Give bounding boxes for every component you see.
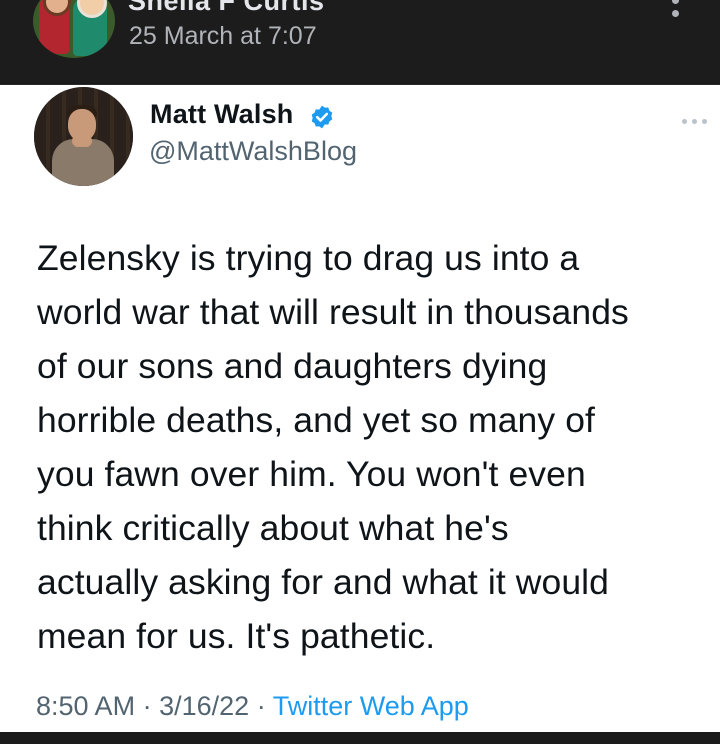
tweet-card: Matt Walsh @MattWalshBlog Zelensky is tr… [0,84,720,733]
tweet-text-line: actually asking for and what it would [37,562,610,602]
tweet-text-line: world war that will result in thousands [37,292,629,332]
tweet-text-line: you fawn over him. You won't even [37,454,586,494]
more-dots-icon [682,119,710,125]
tweet-meta: 8:50 AM · 3/16/22 · Twitter Web App [36,691,469,722]
tweet-text-line: think critically about what he's [37,508,509,548]
post-footer-bar [0,732,720,744]
tweet-text-line: mean for us. It's pathetic. [37,616,436,656]
verified-badge-icon [311,105,333,129]
tweet-date: 3/16/22 [159,691,250,721]
tweet-display-name: Matt Walsh [150,99,294,129]
post-author-name[interactable]: Sheila F Curtis [128,0,325,17]
tweet-time: 8:50 AM [36,691,136,721]
avatar-hands [72,135,92,147]
tweet-handle: @MattWalshBlog [149,136,357,166]
tweet-avatar [34,87,133,186]
tweet-source: Twitter Web App [272,691,469,721]
post-header: Sheila F Curtis 25 March at 7:07 [0,0,720,82]
meta-separator: · [256,691,266,721]
tweet-text-line: Zelensky is trying to drag us into a [37,238,580,278]
tweet-text: Zelensky is trying to drag us into a wor… [37,231,712,663]
tweet-text-line: horrible deaths, and yet so many of [37,400,596,440]
author-avatar[interactable] [33,0,115,58]
vertical-dots-icon[interactable] [669,0,681,22]
tweet-text-line: of our sons and daughters dying [37,346,548,386]
meta-separator: · [142,691,152,721]
post-timestamp[interactable]: 25 March at 7:07 [129,22,317,51]
